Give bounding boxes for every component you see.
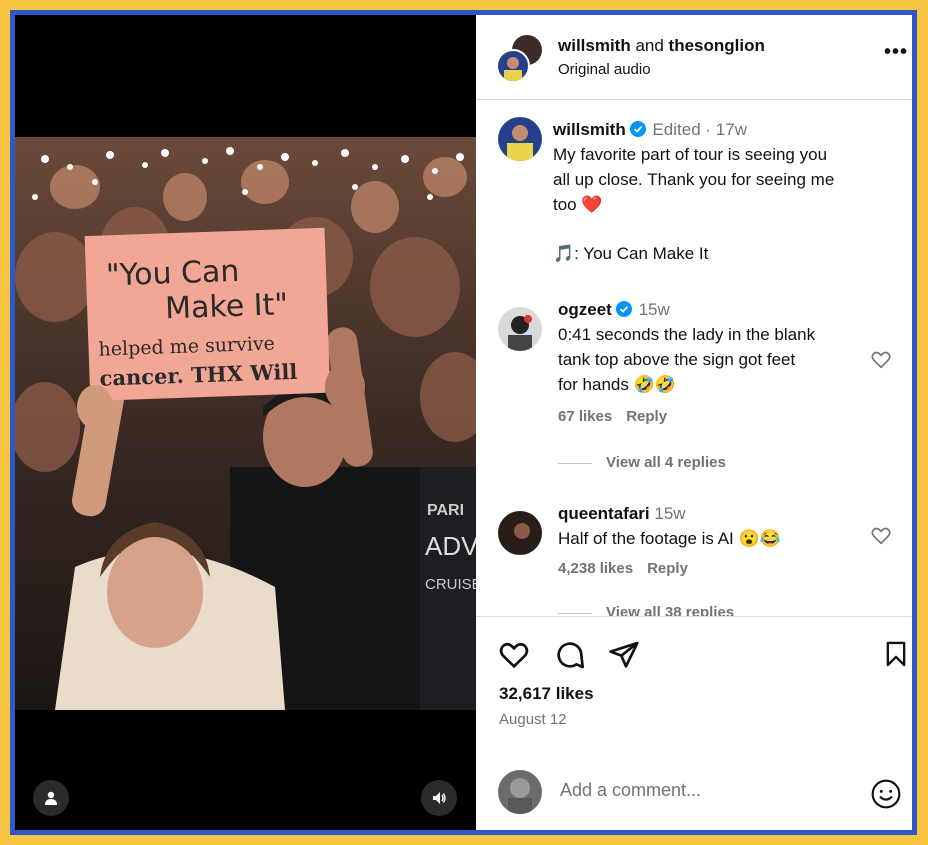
avatar[interactable] — [498, 307, 542, 351]
author-username[interactable]: thesonglion — [669, 36, 765, 55]
sign-line: "You Can — [105, 254, 240, 294]
bookmark-icon[interactable] — [882, 639, 910, 669]
user-icon — [45, 791, 57, 805]
collab-avatar-front[interactable] — [496, 49, 530, 83]
audio-toggle-button[interactable] — [421, 780, 457, 816]
speaker-icon — [433, 792, 446, 804]
comments-list[interactable]: willsmith Edited · 17w My favorite part … — [476, 101, 912, 616]
shirt-text: ADV — [425, 531, 476, 561]
post-frame: PARI ADV CRUISE I "You Can Make It" help… — [10, 10, 917, 835]
comment-text: Half of the footage is AI 😮😂 — [558, 529, 781, 548]
sign-line: Make It" — [165, 287, 289, 326]
post-photo: PARI ADV CRUISE I "You Can Make It" help… — [15, 137, 476, 710]
profile-photo — [507, 125, 533, 161]
comment-meta: 15w — [638, 300, 670, 319]
emoji-icon[interactable] — [870, 778, 902, 810]
caption-meta: Edited · 17w — [652, 120, 747, 139]
concert-crowd-image: PARI ADV CRUISE I "You Can Make It" help… — [15, 137, 476, 710]
avatar[interactable] — [498, 117, 542, 161]
post-authors[interactable]: willsmith and thesonglion — [558, 36, 765, 56]
comment-header: queentafari 15w — [558, 501, 686, 526]
comment-text: tank top above the sign got feet — [558, 350, 796, 369]
avatar — [498, 770, 542, 814]
comment-actions: 67 likes Reply — [558, 408, 681, 425]
caption-header: willsmith Edited · 17w — [553, 117, 747, 142]
avatar[interactable] — [498, 511, 542, 555]
comment-input[interactable]: Add a comment... — [560, 780, 701, 801]
post-date: August 12 — [499, 711, 567, 728]
comment-composer: Add a comment... — [476, 756, 912, 830]
view-replies-button[interactable]: View all 4 replies — [558, 454, 726, 471]
profile-photo — [504, 57, 522, 81]
view-replies-button[interactable]: View all 38 replies — [558, 604, 734, 616]
post-side-panel: willsmith and thesonglion Original audio… — [476, 15, 912, 830]
comment-actions: 4,238 likes Reply — [558, 560, 702, 577]
comment-likes[interactable]: 4,238 likes — [558, 560, 633, 577]
comment-text: for hands 🤣🤣 — [558, 375, 676, 394]
like-comment-heart-icon[interactable] — [870, 349, 892, 371]
shirt-text: CRUISE I — [425, 576, 476, 593]
replies-divider — [558, 612, 592, 614]
verified-badge-icon — [615, 301, 632, 317]
post-header: willsmith and thesonglion Original audio… — [476, 15, 912, 100]
post-actions: 32,617 likes August 12 — [476, 616, 912, 756]
comment-icon[interactable] — [554, 639, 586, 671]
view-replies-label: View all 4 replies — [606, 454, 726, 471]
profile-photo — [514, 523, 530, 539]
handwritten-sign: "You Can Make It" helped me survive canc… — [84, 227, 331, 402]
comment-meta: 15w — [654, 504, 686, 523]
replies-divider — [558, 462, 592, 464]
share-send-icon[interactable] — [608, 639, 640, 671]
likes-count[interactable]: 32,617 likes — [499, 684, 594, 704]
caption-username[interactable]: willsmith — [553, 120, 626, 139]
caption-music: 🎵: You Can Make It — [553, 244, 709, 263]
comment-text: 0:41 seconds the lady in the blank — [558, 325, 816, 344]
comment-username[interactable]: ogzeet — [558, 300, 612, 319]
media-viewer[interactable]: PARI ADV CRUISE I "You Can Make It" help… — [15, 15, 476, 830]
caption-text: My favorite part of tour is seeing you — [553, 145, 828, 164]
like-heart-icon[interactable] — [498, 639, 530, 671]
author-username[interactable]: willsmith — [558, 36, 631, 55]
caption-text: too ❤️ — [553, 195, 603, 214]
view-replies-label: View all 38 replies — [606, 604, 735, 616]
reply-button[interactable]: Reply — [647, 560, 688, 577]
profile-photo — [508, 315, 532, 351]
shirt-text: PARI — [427, 502, 464, 519]
comment-header: ogzeet 15w — [558, 297, 670, 322]
comment-username[interactable]: queentafari — [558, 504, 650, 523]
verified-badge-icon — [629, 121, 646, 137]
caption-text: all up close. Thank you for seeing me — [553, 170, 835, 189]
more-options-icon[interactable]: ••• — [884, 41, 908, 64]
reply-button[interactable]: Reply — [626, 408, 667, 425]
profile-photo — [508, 778, 532, 814]
tagged-users-button[interactable] — [33, 780, 69, 816]
like-comment-heart-icon[interactable] — [870, 525, 892, 547]
audio-label[interactable]: Original audio — [558, 61, 651, 78]
author-connector: and — [630, 36, 669, 55]
comment-likes[interactable]: 67 likes — [558, 408, 612, 425]
